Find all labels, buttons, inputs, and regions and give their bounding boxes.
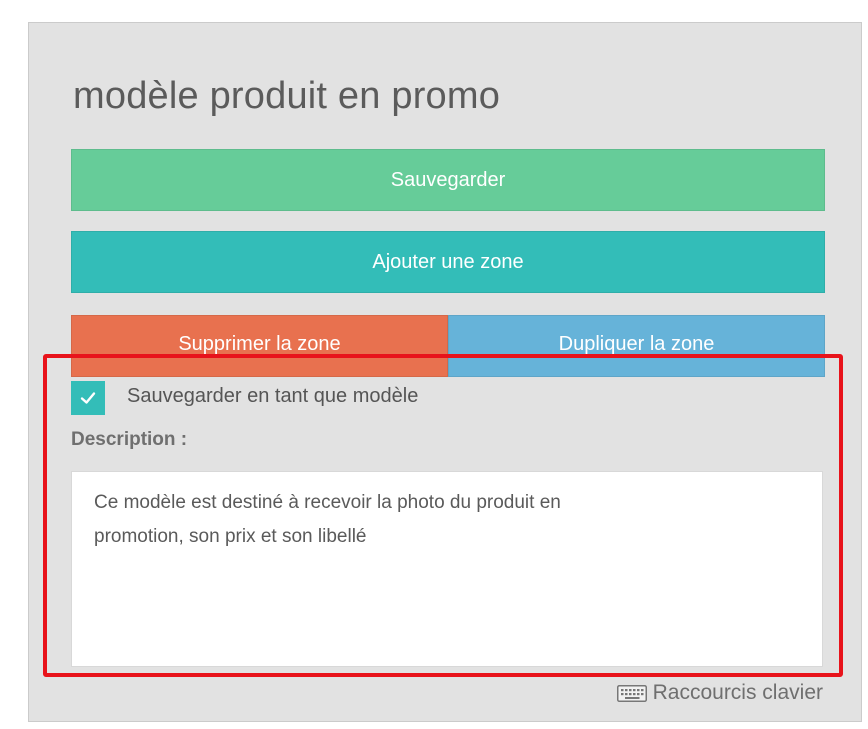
zone-editor-panel: modèle produit en promo Sauvegarder Ajou… — [28, 22, 862, 722]
keyboard-shortcuts-link[interactable]: Raccourcis clavier — [616, 681, 823, 705]
keyboard-icon — [616, 684, 647, 702]
description-textarea[interactable]: Ce modèle est destiné à recevoir la phot… — [71, 471, 823, 667]
duplicate-zone-button[interactable]: Dupliquer la zone — [448, 315, 825, 377]
save-button-label: Sauvegarder — [390, 168, 506, 191]
save-button[interactable]: Sauvegarder — [71, 149, 825, 211]
description-label: Description : — [71, 429, 188, 450]
add-zone-button-label: Ajouter une zone — [372, 250, 524, 273]
add-zone-button[interactable]: Ajouter une zone — [71, 231, 825, 293]
delete-zone-button[interactable]: Supprimer la zone — [71, 315, 448, 377]
page-title: modèle produit en promo — [73, 75, 501, 117]
checkmark-icon — [80, 392, 96, 404]
save-as-template-row: Sauvegarder en tant que modèle — [71, 381, 418, 415]
keyboard-shortcuts-label: Raccourcis clavier — [652, 681, 823, 704]
delete-zone-button-label: Supprimer la zone — [178, 333, 341, 355]
save-as-template-checkbox[interactable] — [71, 381, 105, 415]
save-as-template-label[interactable]: Sauvegarder en tant que modèle — [127, 385, 418, 408]
duplicate-zone-button-label: Dupliquer la zone — [558, 333, 715, 355]
